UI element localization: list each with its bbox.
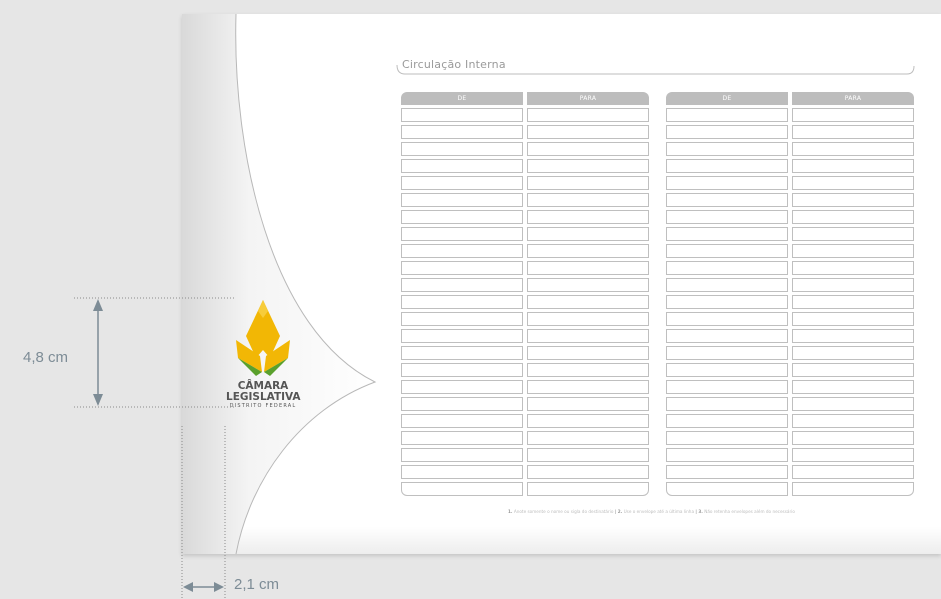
width-dimension-label: 2,1 cm xyxy=(234,576,280,593)
dimension-annotations xyxy=(74,297,236,599)
height-dimension-label: 4,8 cm xyxy=(23,349,69,366)
